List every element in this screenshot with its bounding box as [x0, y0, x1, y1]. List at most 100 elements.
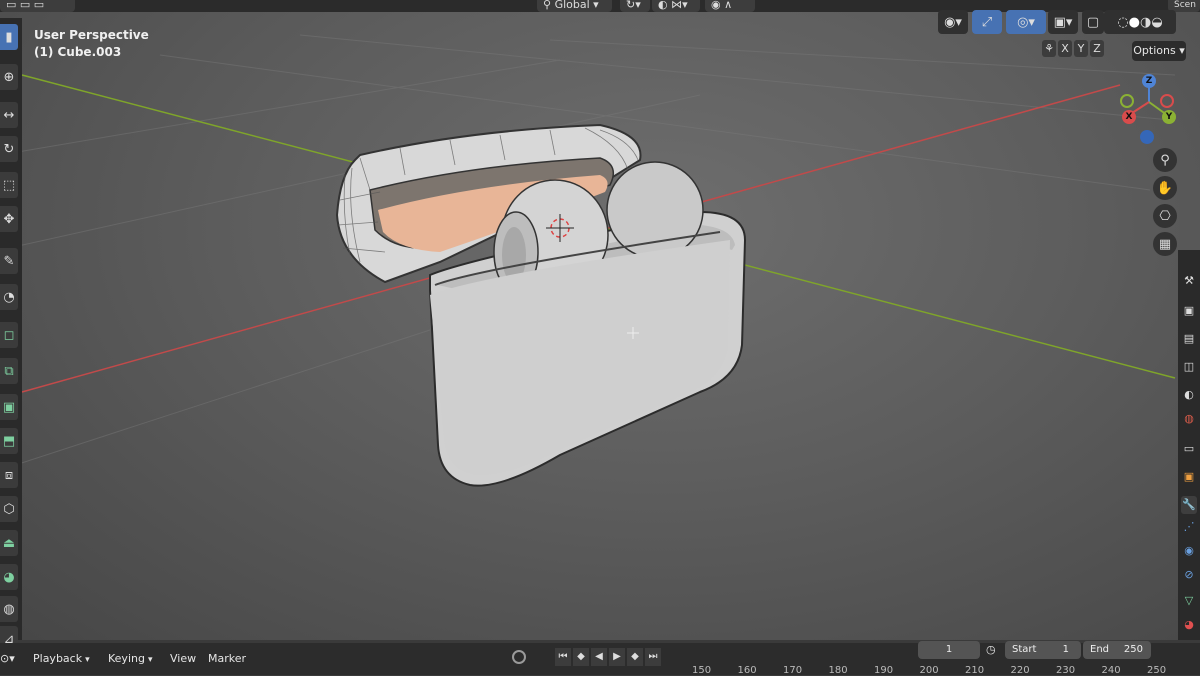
menu-playback-label: Playback	[33, 652, 83, 665]
pan-hand-icon[interactable]: ✋	[1153, 176, 1177, 200]
spin-tool-icon[interactable]: ◕	[0, 564, 18, 590]
modifier-wrench-icon[interactable]: 🔧	[1181, 496, 1197, 514]
record-keyframe-icon[interactable]	[512, 650, 526, 664]
properties-tabs: ⚒ ▣ ▤ ◫ ◐ ◍ ▭ ▣ 🔧 ⋰ ◉ ⊘ ▽ ◕	[1178, 250, 1200, 640]
view-layer-tab-icon[interactable]: ◫	[1181, 358, 1197, 376]
transform-orientation-dropdown[interactable]: ⚲ Global ▾	[537, 0, 612, 12]
play-icon[interactable]: ▶	[609, 648, 625, 666]
editor-type-icon[interactable]: ⊙▾	[0, 650, 15, 668]
gizmo-neg-z[interactable]	[1140, 130, 1154, 144]
chevron-down-icon: ▾	[1179, 44, 1185, 57]
annotate-tool-icon[interactable]: ✎	[0, 248, 18, 274]
overlays-toggle[interactable]: ◎▾	[1006, 10, 1046, 34]
transform-tool-icon[interactable]: ✥	[0, 206, 18, 232]
clock-icon[interactable]: ◷	[986, 641, 996, 659]
3d-viewport[interactable]: ▭ ▭ ▭ ⚲ Global ▾ ↻▾ ◐ ⋈▾ ◉ ∧ Scen User P…	[0, 0, 1200, 640]
pivot-point-dropdown[interactable]: ↻▾	[620, 0, 650, 12]
start-frame-field[interactable]: Start 1	[1005, 641, 1081, 659]
axis-x-button[interactable]: X	[1058, 40, 1072, 57]
end-frame-field[interactable]: End 250	[1083, 641, 1151, 659]
viewport-info: User Perspective (1) Cube.003	[34, 27, 149, 61]
eye-icon: ◉▾	[944, 14, 962, 30]
menu-keying-label: Keying	[108, 652, 145, 665]
add-cube-tool-icon[interactable]: ◻	[0, 322, 18, 348]
physics-tab-icon[interactable]: ◉	[1181, 542, 1197, 560]
inset-tool-icon[interactable]: ▣	[0, 394, 18, 420]
gizmo-icon: ⤢	[981, 14, 993, 30]
toggle-xray-button[interactable]: ▢	[1082, 10, 1104, 34]
next-keyframe-icon[interactable]: ◆	[627, 648, 643, 666]
prev-keyframe-icon[interactable]: ◆	[573, 648, 589, 666]
knife-tool-icon[interactable]: ⬡	[0, 496, 18, 522]
material-shading-icon[interactable]: ◑	[1140, 15, 1151, 30]
start-label: Start	[1012, 644, 1037, 655]
camera-view-icon[interactable]: ⎔	[1153, 204, 1177, 228]
current-frame-field[interactable]: 1	[918, 641, 980, 659]
scene-label: Scen	[1174, 0, 1196, 10]
material-tab-icon[interactable]: ◕	[1181, 616, 1197, 634]
jump-start-icon[interactable]: ⏮	[555, 648, 571, 666]
menu-view[interactable]: View	[170, 650, 196, 668]
menu-marker[interactable]: Marker	[208, 650, 246, 668]
select-box-tool-icon[interactable]: ▮	[0, 24, 18, 50]
scale-tool-icon[interactable]: ⬚	[0, 172, 18, 198]
zoom-icon[interactable]: ⚲	[1153, 148, 1177, 172]
viewport-scene[interactable]	[0, 0, 1200, 640]
globe-icon: ⚲	[543, 0, 552, 11]
view-name: User Perspective	[34, 28, 149, 42]
solid-shading-icon[interactable]: ●	[1129, 15, 1140, 30]
square-icon: ▢	[1086, 14, 1100, 30]
jump-end-icon[interactable]: ⏭	[645, 648, 661, 666]
play-reverse-icon[interactable]: ◀	[591, 648, 607, 666]
xray-toggle[interactable]: ▣▾	[1048, 10, 1078, 34]
object-tab-icon[interactable]: ▣	[1181, 468, 1197, 486]
output-tab-icon[interactable]: ▤	[1181, 330, 1197, 348]
visibility-dropdown[interactable]: ◉▾	[938, 10, 968, 34]
world-tab-icon[interactable]: ◍	[1181, 410, 1197, 428]
navigation-gizmo[interactable]: Z Y X	[1112, 70, 1182, 150]
wireframe-shading-icon[interactable]: ◌	[1117, 15, 1128, 30]
gizmo-z-axis[interactable]: Z	[1142, 74, 1156, 88]
snap-toggle[interactable]: ◐ ⋈▾	[652, 0, 700, 12]
end-label: End	[1090, 644, 1110, 655]
active-object-name: (1) Cube.003	[34, 45, 122, 59]
proportional-editing[interactable]: ◉ ∧	[705, 0, 755, 12]
move-tool-icon[interactable]: ↔	[0, 102, 18, 128]
shading-mode-buttons[interactable]: ◌ ● ◑ ◒	[1104, 10, 1176, 34]
gizmo-y-axis[interactable]: Y	[1162, 110, 1176, 124]
poly-build-tool-icon[interactable]: ⏏	[0, 530, 18, 556]
axis-z-button[interactable]: Z	[1090, 40, 1104, 57]
extrude-tool-icon[interactable]: ⧉	[0, 358, 18, 384]
mirror-icon[interactable]: ⚘	[1042, 40, 1056, 57]
constraints-tab-icon[interactable]: ⊘	[1181, 566, 1197, 584]
particles-tab-icon[interactable]: ⋰	[1181, 518, 1197, 536]
options-dropdown[interactable]: Options ▾	[1132, 41, 1186, 61]
tool-tab-icon[interactable]: ⚒	[1181, 272, 1197, 290]
bevel-tool-icon[interactable]: ⬒	[0, 428, 18, 454]
measure-tool-icon[interactable]: ◔	[0, 284, 18, 310]
menu-playback[interactable]: Playback ▾	[33, 650, 90, 669]
axis-y-button[interactable]: Y	[1074, 40, 1088, 57]
chevron-down-icon: ▾	[147, 655, 153, 665]
chevron-down-icon: ▾	[593, 0, 599, 11]
gizmo-neg-x[interactable]	[1160, 94, 1174, 108]
gizmo-neg-y[interactable]	[1120, 94, 1134, 108]
data-tab-icon[interactable]: ▽	[1181, 592, 1197, 610]
end-value: 250	[1123, 644, 1143, 655]
gizmo-x-axis[interactable]: X	[1122, 110, 1136, 124]
overlays-icon: ◎▾	[1017, 14, 1035, 30]
xray-icon: ▣▾	[1053, 14, 1073, 30]
collection-tab-icon[interactable]: ▭	[1181, 440, 1197, 458]
editor-type-menu[interactable]: ▭ ▭ ▭	[0, 0, 75, 12]
rendered-shading-icon[interactable]: ◒	[1151, 15, 1162, 30]
perspective-grid-icon[interactable]: ▦	[1153, 232, 1177, 256]
render-tab-icon[interactable]: ▣	[1181, 302, 1197, 320]
scene-tab-icon[interactable]: ◐	[1181, 386, 1197, 404]
smooth-tool-icon[interactable]: ◍	[0, 596, 18, 622]
start-value: 1	[1062, 644, 1069, 655]
menu-keying[interactable]: Keying ▾	[108, 650, 152, 669]
loop-cut-tool-icon[interactable]: ⧈	[0, 462, 18, 488]
gizmo-toggle[interactable]: ⤢	[972, 10, 1002, 34]
cursor-tool-icon[interactable]: ⊕	[0, 64, 18, 90]
rotate-tool-icon[interactable]: ↻	[0, 136, 18, 162]
